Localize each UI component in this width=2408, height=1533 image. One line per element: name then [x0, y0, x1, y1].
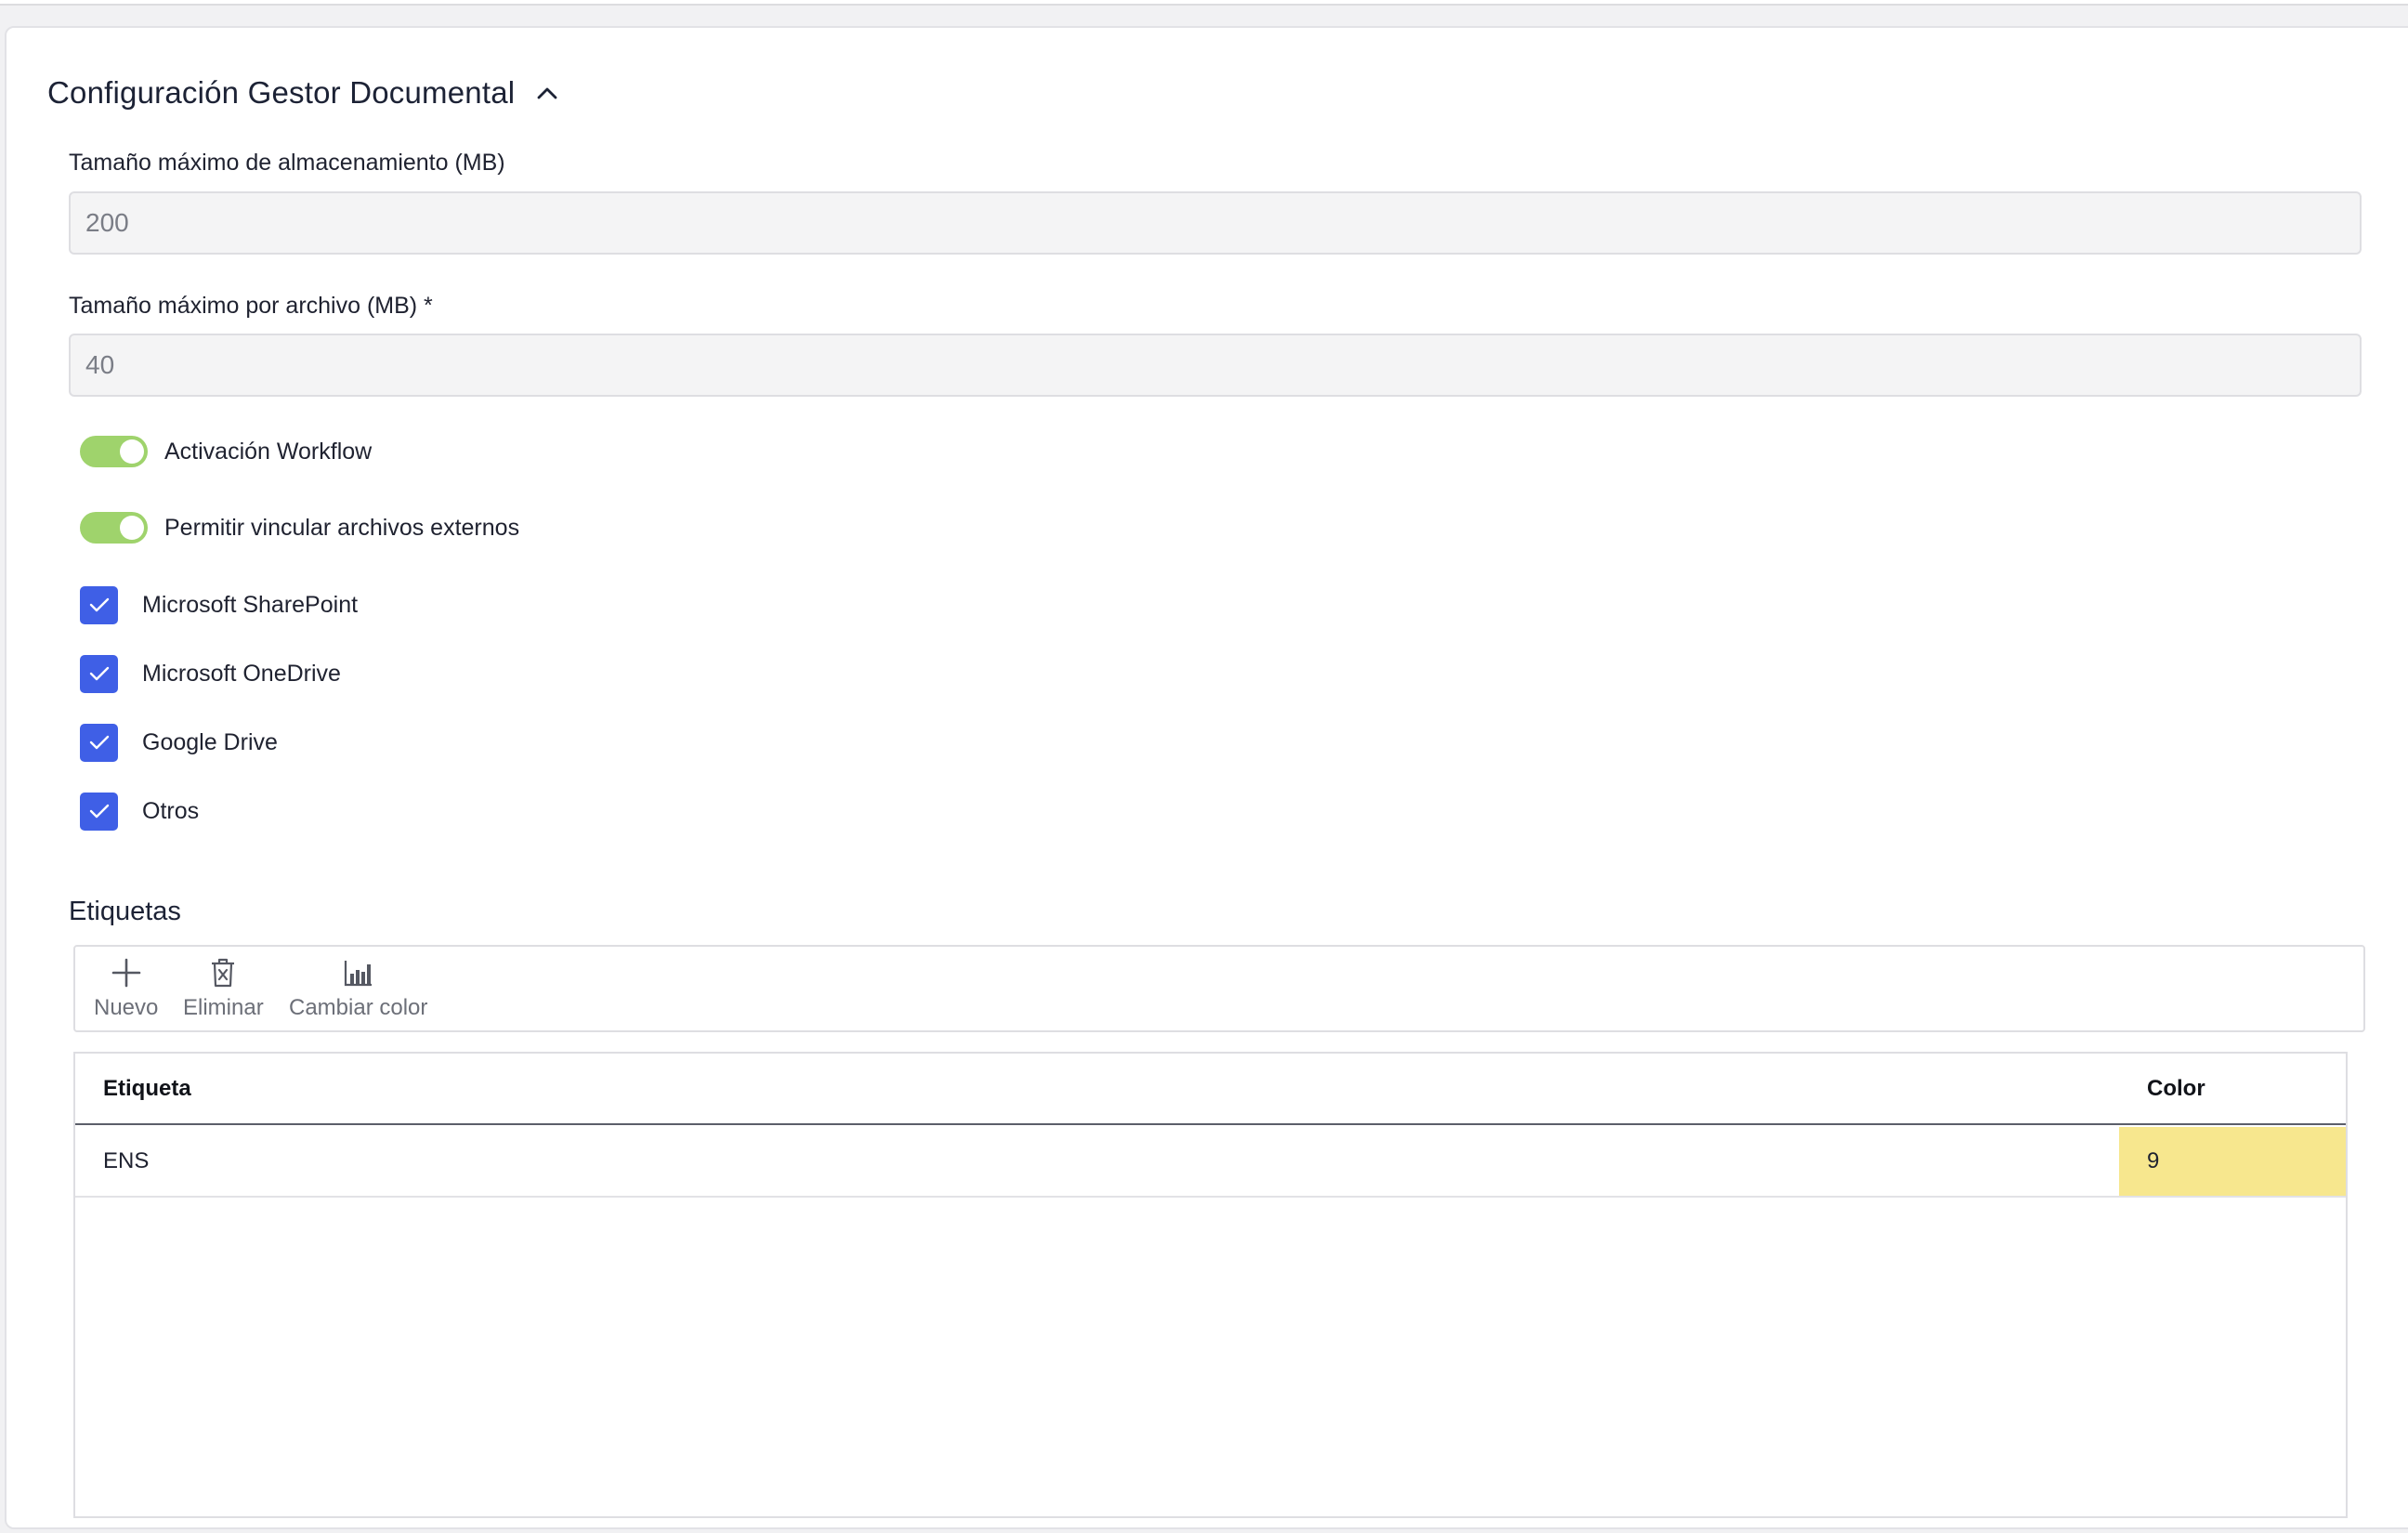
previous-panel-edge	[0, 0, 2408, 6]
check-icon	[89, 735, 109, 750]
external-files-toggle[interactable]	[80, 512, 148, 544]
column-header-etiqueta[interactable]: Etiqueta	[103, 1054, 191, 1123]
tags-table: Etiqueta Color ENS 9	[73, 1052, 2348, 1518]
toggle-knob	[120, 516, 144, 540]
max-storage-label: Tamaño máximo de almacenamiento (MB)	[69, 150, 505, 176]
external-files-toggle-label: Permitir vincular archivos externos	[164, 514, 520, 541]
check-icon	[89, 804, 109, 819]
tags-toolbar: Nuevo Eliminar Cambiar color	[73, 945, 2365, 1032]
cell-color[interactable]: 9	[2119, 1127, 2346, 1196]
chevron-up-icon[interactable]	[535, 81, 559, 105]
toggle-knob	[120, 439, 144, 464]
max-storage-input[interactable]: 200	[69, 191, 2362, 255]
cell-etiqueta[interactable]: ENS	[103, 1127, 149, 1196]
max-file-size-input[interactable]: 40	[69, 334, 2362, 397]
checkbox-row-sharepoint: Microsoft SharePoint	[80, 585, 358, 624]
table-header: Etiqueta Color	[75, 1054, 2346, 1125]
delete-tag-label: Eliminar	[183, 995, 264, 1020]
delete-tag-button[interactable]: Eliminar	[183, 954, 264, 1021]
new-tag-label: Nuevo	[94, 995, 159, 1020]
new-tag-button[interactable]: Nuevo	[94, 954, 158, 1021]
tags-heading: Etiquetas	[69, 897, 181, 926]
checkbox-row-onedrive: Microsoft OneDrive	[80, 654, 341, 693]
section-title: Configuración Gestor Documental	[47, 75, 516, 110]
workflow-toggle[interactable]	[80, 436, 148, 467]
checkbox-row-google-drive: Google Drive	[80, 723, 278, 762]
sharepoint-checkbox[interactable]	[80, 585, 118, 624]
checkbox-row-otros: Otros	[80, 792, 199, 831]
otros-checkbox[interactable]	[80, 792, 118, 831]
change-color-button[interactable]: Cambiar color	[289, 954, 427, 1021]
otros-label: Otros	[142, 797, 200, 824]
bar-chart-icon	[344, 954, 373, 991]
google-drive-checkbox[interactable]	[80, 723, 118, 762]
plus-icon	[111, 954, 142, 991]
table-row[interactable]: ENS 9	[75, 1127, 2346, 1198]
trash-icon	[209, 954, 237, 991]
document-manager-panel: Configuración Gestor Documental Tamaño m…	[5, 26, 2408, 1529]
max-file-size-label: Tamaño máximo por archivo (MB) *	[69, 293, 433, 319]
check-icon	[89, 597, 109, 612]
onedrive-checkbox[interactable]	[80, 654, 118, 693]
onedrive-label: Microsoft OneDrive	[142, 660, 341, 687]
workflow-toggle-label: Activación Workflow	[164, 438, 373, 465]
toggle-row-external-files: Permitir vincular archivos externos	[80, 509, 519, 546]
toggle-row-workflow: Activación Workflow	[80, 433, 372, 470]
change-color-label: Cambiar color	[289, 995, 428, 1020]
section-header[interactable]: Configuración Gestor Documental	[47, 65, 559, 121]
column-header-color[interactable]: Color	[2147, 1054, 2205, 1123]
sharepoint-label: Microsoft SharePoint	[142, 591, 359, 618]
check-icon	[89, 666, 109, 681]
google-drive-label: Google Drive	[142, 728, 278, 755]
